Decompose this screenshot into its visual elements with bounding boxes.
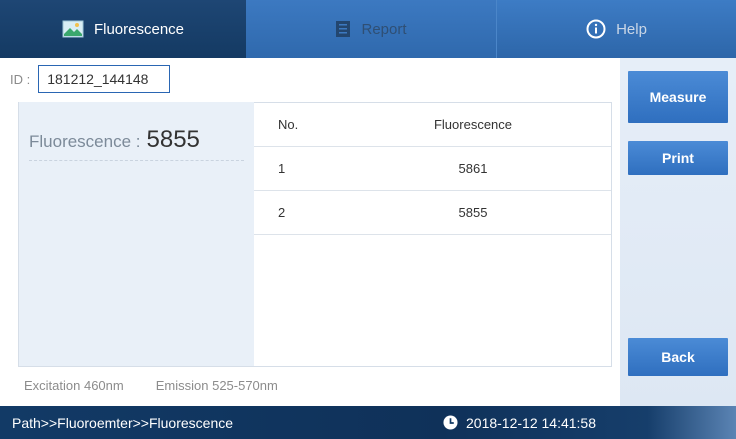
id-input[interactable] — [38, 65, 171, 93]
id-row: ID : — [10, 65, 171, 93]
datetime-display: 2018-12-12 14:41:58 — [443, 415, 596, 431]
result-line: Fluorescence : 5855 — [29, 126, 200, 154]
fluorescence-icon — [62, 19, 84, 39]
result-label: Fluorescence : — [29, 132, 141, 151]
header-fluorescence: Fluorescence — [433, 117, 513, 132]
table-row[interactable]: 2 5855 — [254, 191, 611, 235]
action-sidebar: Measure Print Back — [620, 58, 736, 406]
top-tab-bar: Fluorescence Report Help — [0, 0, 736, 58]
tab-help[interactable]: Help — [496, 0, 736, 58]
back-button[interactable]: Back — [628, 338, 728, 376]
tab-label-help: Help — [616, 20, 647, 38]
breadcrumb: Path>>Fluoroemter>>Fluorescence — [12, 414, 234, 431]
report-icon — [335, 20, 351, 38]
measurements-table: No. Fluorescence 1 5861 2 5855 — [254, 102, 612, 367]
tab-report[interactable]: Report — [246, 0, 496, 58]
divider — [29, 160, 244, 161]
cell-fluorescence: 5855 — [458, 205, 488, 220]
table-header-row: No. Fluorescence — [254, 103, 611, 147]
tab-fluorescence[interactable]: Fluorescence — [0, 0, 246, 58]
datetime-text: 2018-12-12 14:41:58 — [466, 414, 596, 431]
measure-button[interactable]: Measure — [628, 71, 728, 123]
table-row[interactable]: 1 5861 — [254, 147, 611, 191]
clock-icon — [443, 415, 458, 430]
excitation-text: Excitation 460nm — [24, 378, 124, 393]
tab-label-report: Report — [361, 20, 407, 38]
cell-fluorescence: 5861 — [458, 161, 488, 176]
result-value: 5855 — [146, 126, 200, 153]
tab-label-fluorescence: Fluorescence — [93, 20, 185, 38]
id-label: ID : — [10, 71, 31, 87]
info-icon — [586, 19, 606, 39]
wavelength-info: Excitation 460nm Emission 525-570nm — [24, 378, 278, 393]
cell-no: 1 — [278, 161, 286, 176]
result-panel: Fluorescence : 5855 — [18, 102, 254, 367]
emission-text: Emission 525-570nm — [155, 378, 278, 393]
header-no: No. — [278, 117, 299, 132]
cell-no: 2 — [278, 205, 286, 220]
print-button[interactable]: Print — [628, 141, 728, 175]
status-bar: Path>>Fluoroemter>>Fluorescence 2018-12-… — [0, 406, 736, 439]
